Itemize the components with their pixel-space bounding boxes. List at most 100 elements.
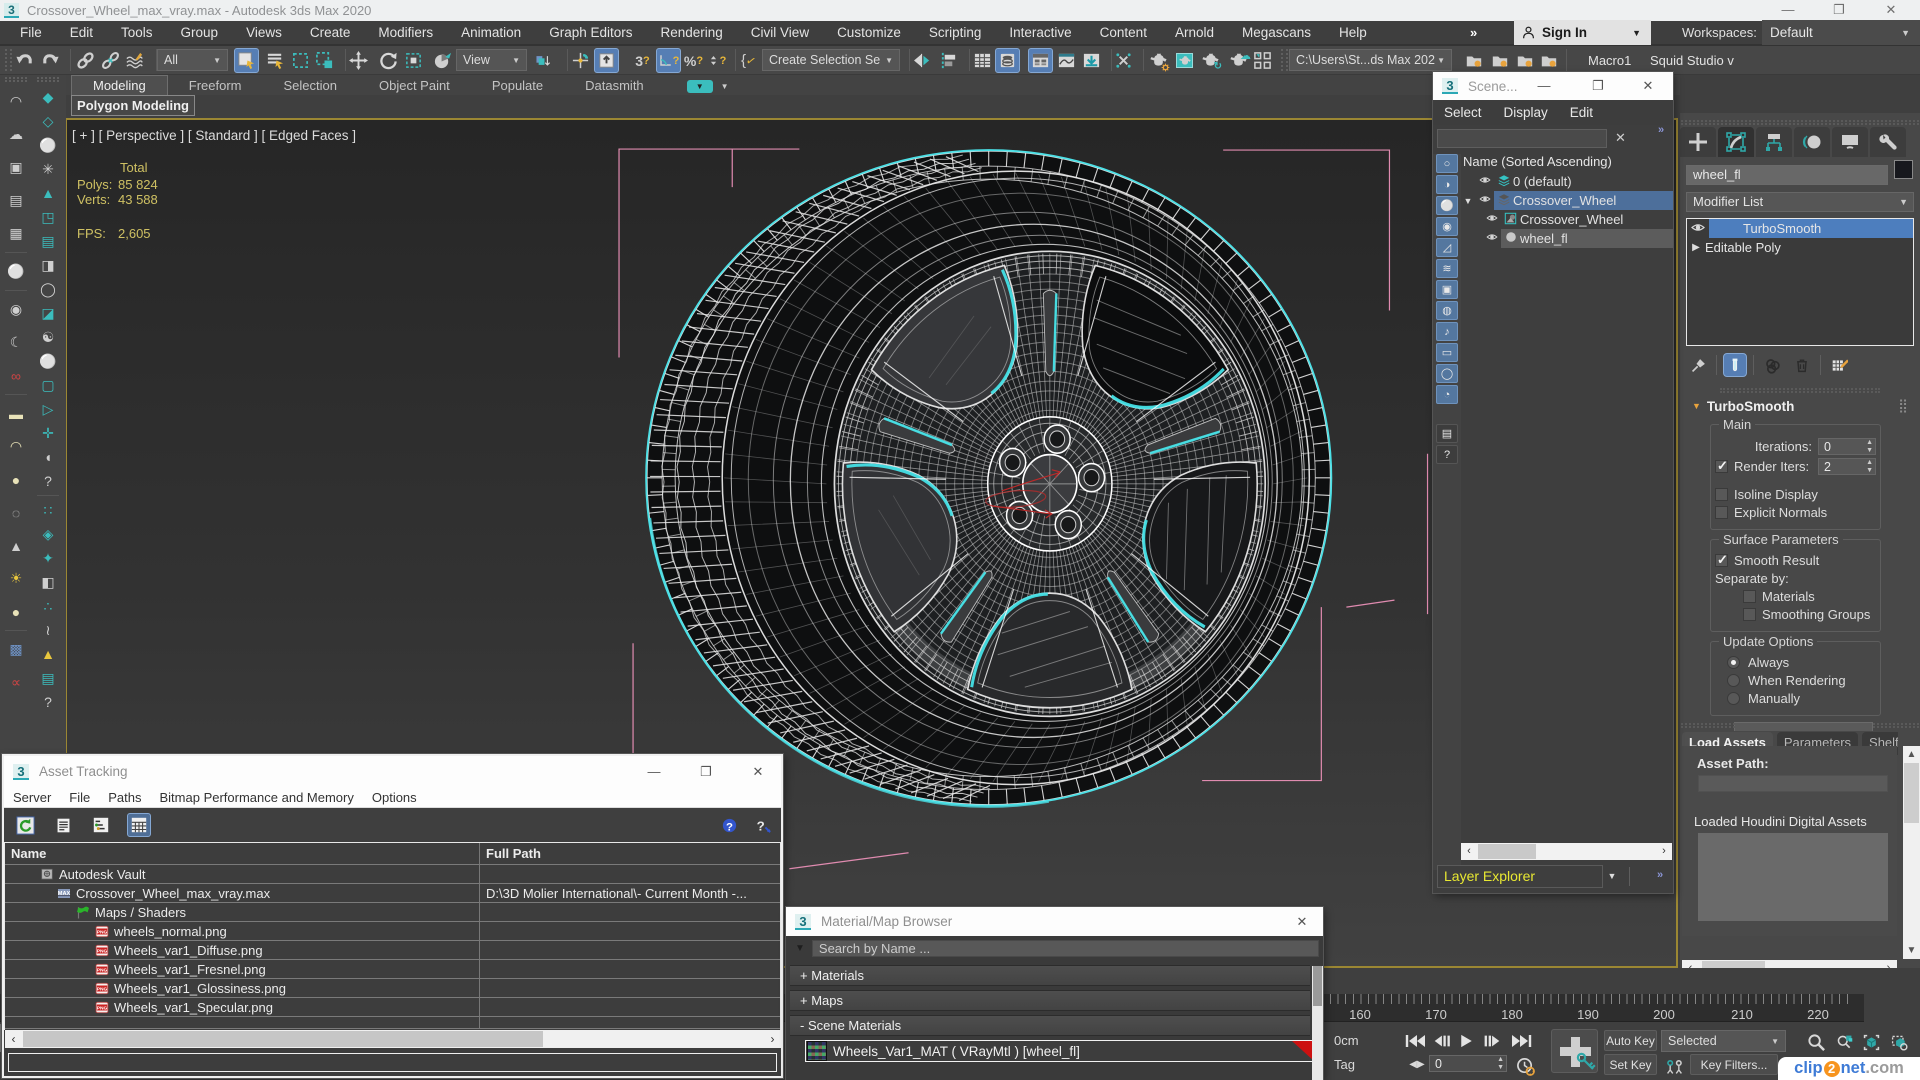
go-to-end-button[interactable] bbox=[1509, 1030, 1533, 1051]
sheet-icon[interactable]: ▤ bbox=[4, 184, 28, 217]
asset-library-icon-3[interactable] bbox=[1512, 48, 1537, 73]
palette-icon[interactable]: ☯ bbox=[36, 325, 60, 349]
scene-explorer-titlebar[interactable]: 3 Scene... — ❐ ✕ bbox=[1433, 72, 1673, 100]
boxed-arrow-icon[interactable]: ◧ bbox=[36, 570, 60, 594]
bind-to-space-warp-icon[interactable] bbox=[122, 48, 147, 73]
sun-icon[interactable]: ☀ bbox=[4, 562, 28, 595]
maximize-button[interactable]: ❐ bbox=[1824, 0, 1854, 20]
list2-icon[interactable]: ▤ bbox=[36, 666, 60, 690]
asset-row[interactable]: Wheels_var1_Specular.png bbox=[5, 998, 780, 1017]
select-and-rotate-icon[interactable] bbox=[376, 48, 401, 73]
tree-view-icon[interactable] bbox=[89, 813, 113, 837]
rectangular-selection-icon[interactable] bbox=[288, 48, 313, 73]
menu-item[interactable]: Edit bbox=[1559, 105, 1604, 120]
table-view-icon[interactable] bbox=[127, 813, 151, 837]
snaps-3d-icon[interactable]: 3? bbox=[630, 48, 655, 73]
modifier-list-dropdown[interactable]: Modifier List ▼ bbox=[1686, 192, 1914, 212]
close-button[interactable]: ✕ bbox=[741, 756, 775, 787]
minimize-button[interactable]: — bbox=[1773, 0, 1803, 20]
menu-item[interactable]: Arnold bbox=[1161, 25, 1228, 40]
table-icon[interactable]: ▦ bbox=[4, 217, 28, 250]
filter-toggle-6[interactable]: ≋ bbox=[1436, 259, 1458, 278]
help-icon[interactable] bbox=[717, 813, 741, 837]
asset-row[interactable]: Wheels_var1_Glossiness.png bbox=[5, 979, 780, 998]
menu-item[interactable]: Bitmap Performance and Memory bbox=[151, 790, 363, 805]
eye-icon[interactable] bbox=[1687, 220, 1709, 238]
layer-combo-arrow[interactable]: ▼ bbox=[1604, 865, 1620, 888]
help2-icon[interactable]: ? bbox=[36, 690, 60, 714]
menu-item[interactable]: Group bbox=[167, 25, 233, 40]
zoom-icon[interactable] bbox=[1804, 1030, 1829, 1055]
use-pivot-point-icon[interactable] bbox=[530, 48, 558, 73]
minimize-button[interactable]: — bbox=[637, 756, 671, 787]
viewport-label[interactable]: [ + ] [ Perspective ] [ Standard ] [ Edg… bbox=[72, 128, 356, 143]
menu-item[interactable]: Tools bbox=[107, 25, 167, 40]
scene-script-icon[interactable] bbox=[1111, 48, 1136, 73]
filter-toggle-5[interactable]: ◿ bbox=[1436, 238, 1458, 257]
toggle-ribbon-icon[interactable] bbox=[1028, 48, 1053, 73]
select-and-move-icon[interactable] bbox=[346, 48, 371, 73]
diamond-icon[interactable]: ◈ bbox=[36, 522, 60, 546]
asset-horizontal-scrollbar[interactable]: ‹ › bbox=[5, 1030, 781, 1048]
expand-triangle-icon[interactable]: ▶ bbox=[1687, 242, 1705, 253]
sign-in-button[interactable]: Sign In ▼ bbox=[1514, 20, 1651, 45]
filter-toggle-9[interactable]: ♪ bbox=[1436, 322, 1458, 341]
table-header[interactable]: Name Full Path bbox=[5, 843, 780, 865]
studio-label[interactable]: Squid Studio v bbox=[1650, 53, 1734, 68]
asset-library-icon-2[interactable] bbox=[1487, 48, 1512, 73]
fish-icon[interactable]: ◖ bbox=[36, 445, 60, 469]
clear-search-icon[interactable]: ✕ bbox=[1615, 130, 1626, 146]
menu-item[interactable]: Civil View bbox=[737, 25, 823, 40]
select-object-icon[interactable] bbox=[234, 48, 259, 73]
disc-icon[interactable]: ● bbox=[4, 463, 28, 496]
key-filters-keys-icon[interactable] bbox=[1662, 1054, 1687, 1079]
zigzag-icon[interactable]: ≀ bbox=[36, 618, 60, 642]
moon-icon[interactable]: ☾ bbox=[4, 326, 28, 359]
rendered-frame-window-icon[interactable] bbox=[1172, 48, 1197, 73]
material-browser-titlebar[interactable]: 3 Material/Map Browser ✕ bbox=[786, 907, 1323, 936]
workspace-select[interactable]: Default ▼ bbox=[1762, 20, 1920, 45]
play-box-icon[interactable]: ▷ bbox=[36, 397, 60, 421]
menu-item[interactable]: File bbox=[6, 25, 56, 40]
auto-key-button[interactable]: Auto Key bbox=[1604, 1030, 1657, 1051]
toolbar-grip[interactable] bbox=[5, 77, 27, 82]
pin-stack-icon[interactable] bbox=[1686, 353, 1710, 377]
select-and-link-icon[interactable] bbox=[73, 48, 98, 73]
macro-label[interactable]: Macro1 bbox=[1588, 53, 1631, 68]
sphere-icon[interactable]: ● bbox=[4, 595, 28, 628]
menu-item[interactable]: Select bbox=[1433, 105, 1493, 120]
asset-library-icon-4[interactable] bbox=[1536, 48, 1561, 73]
menu-item[interactable]: Scripting bbox=[915, 25, 996, 40]
ribbon-tab[interactable]: Object Paint bbox=[358, 76, 471, 95]
object-color-swatch[interactable] bbox=[1894, 160, 1913, 179]
scene-materials-group-bar[interactable]: - Scene Materials bbox=[790, 1015, 1310, 1036]
menu-item[interactable]: Content bbox=[1086, 25, 1161, 40]
snaps-toggle-icon[interactable] bbox=[568, 48, 593, 73]
small-array-icon[interactable]: ∷ bbox=[36, 498, 60, 522]
pan-zoom-icon[interactable] bbox=[1832, 1030, 1857, 1055]
current-frame-field[interactable]: 0 ▲ ▼ bbox=[1429, 1055, 1507, 1072]
render-iters-field[interactable]: 2 ▲ ▼ bbox=[1818, 458, 1876, 475]
ribbon-tab[interactable]: Freeform bbox=[168, 76, 263, 95]
filter-list-icon[interactable]: ▤ bbox=[1436, 424, 1458, 443]
render-setup-icon[interactable] bbox=[1146, 48, 1171, 73]
material-search-field[interactable]: Search by Name ... bbox=[811, 940, 1319, 957]
eye-icon[interactable] bbox=[1475, 174, 1494, 189]
object-row-wheel-fl[interactable]: wheel_fl bbox=[1461, 229, 1673, 248]
panel-grip[interactable] bbox=[1681, 120, 1919, 125]
set-key-button[interactable]: Set Key bbox=[1604, 1054, 1657, 1075]
named-selection-icon[interactable]: {✓ bbox=[736, 48, 761, 73]
menu-item[interactable]: File bbox=[60, 790, 99, 805]
close-button[interactable]: ✕ bbox=[1285, 907, 1319, 936]
asset-tracking-titlebar[interactable]: 3 Asset Tracking — ❐ ✕ bbox=[4, 756, 781, 787]
close-button[interactable]: ✕ bbox=[1876, 0, 1906, 20]
help-circle-icon[interactable]: ? bbox=[36, 469, 60, 493]
smooth-result-checkbox[interactable] bbox=[1715, 552, 1728, 568]
menu-item[interactable]: Modifiers bbox=[364, 25, 447, 40]
angle-snap-icon[interactable]: ? bbox=[656, 48, 681, 73]
menu-item[interactable]: Rendering bbox=[647, 25, 737, 40]
cone-icon[interactable]: ▲ bbox=[4, 529, 28, 562]
tab-modify[interactable] bbox=[1718, 127, 1754, 157]
menu-item[interactable]: Options bbox=[363, 790, 426, 805]
zoom-region-icon[interactable] bbox=[1887, 1030, 1912, 1055]
